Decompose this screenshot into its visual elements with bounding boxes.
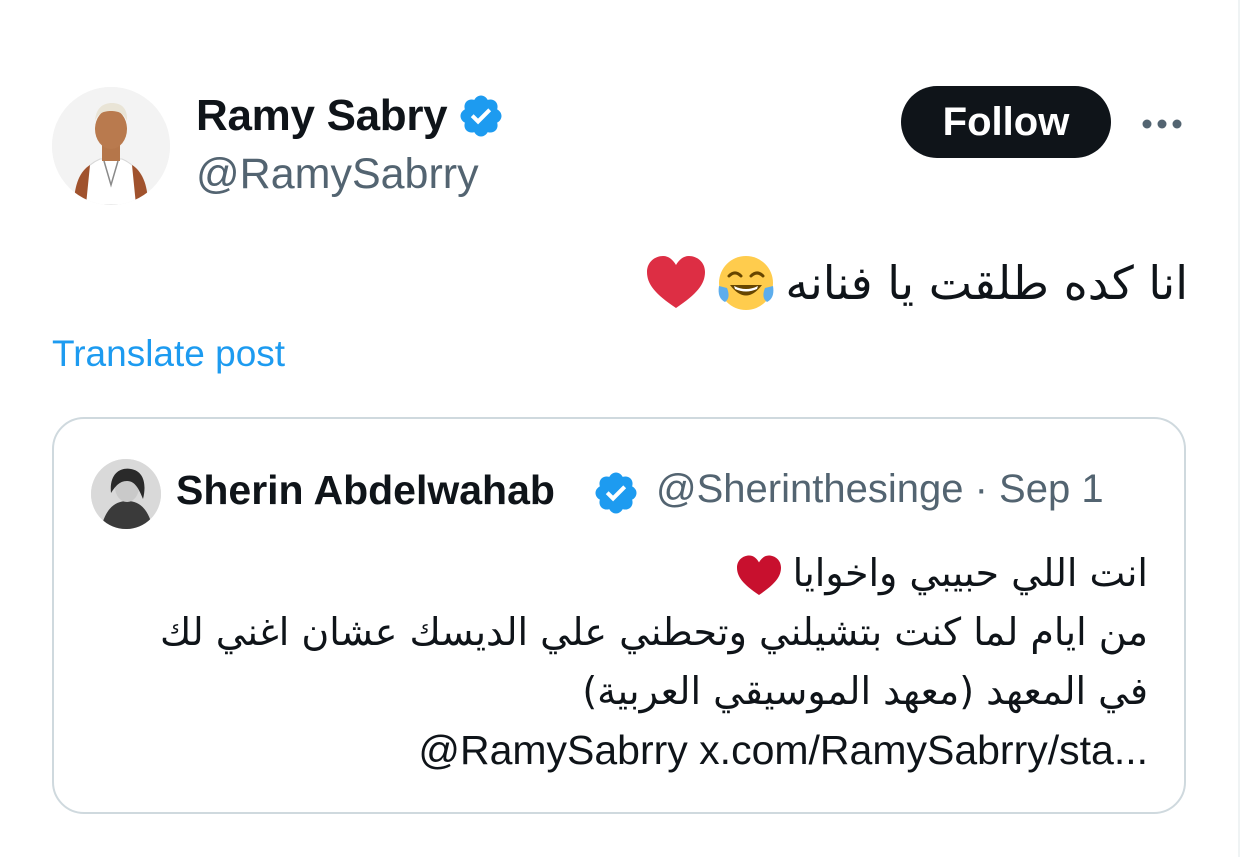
author-handle[interactable]: @RamySabrry xyxy=(196,150,479,199)
translate-post-link[interactable]: Translate post xyxy=(52,333,285,375)
quoted-verified-badge-icon[interactable] xyxy=(592,469,640,517)
quoted-line: في المعهد (معهد الموسيقي العربية) xyxy=(582,669,1148,713)
quoted-author-avatar[interactable] xyxy=(91,459,161,529)
red-heart-icon xyxy=(735,554,783,598)
quoted-post-card[interactable]: Sherin Abdelwahab @Sherinthesinge · Sep … xyxy=(52,417,1186,814)
quoted-line: من ايام لما كنت بتشيلني وتحطني علي الديس… xyxy=(160,610,1148,654)
meta-separator: · xyxy=(974,467,988,511)
more-options-icon[interactable] xyxy=(1136,104,1188,144)
avatar-image xyxy=(52,87,170,205)
quoted-post-date[interactable]: Sep 1 xyxy=(999,467,1104,511)
quoted-avatar-image xyxy=(91,459,161,529)
author-name-row[interactable]: Ramy Sabry xyxy=(196,90,505,142)
quoted-author-handle[interactable]: @Sherinthesinge xyxy=(656,467,963,511)
quoted-author-name[interactable]: Sherin Abdelwahab xyxy=(176,467,584,514)
column-divider xyxy=(1238,0,1240,857)
quoted-meta: @Sherinthesinge · Sep 1 xyxy=(656,467,1104,512)
quoted-link[interactable]: @RamySabrry x.com/RamySabrry/sta... xyxy=(88,721,1148,780)
face-with-tears-of-joy-icon xyxy=(715,252,777,314)
quoted-line-text: انت اللي حبيبي واخوايا xyxy=(792,551,1148,595)
quoted-post-text: انت اللي حبيبي واخوايا من ايام لما كنت ب… xyxy=(88,544,1148,780)
author-display-name[interactable]: Ramy Sabry xyxy=(196,91,448,141)
post-text-content: انا كده طلقت يا فنانه xyxy=(785,256,1188,310)
tweet-page: Ramy Sabry @RamySabrry Follow انا كده طل… xyxy=(0,0,1243,857)
verified-badge-icon[interactable] xyxy=(457,92,505,140)
author-avatar[interactable] xyxy=(52,87,170,205)
quoted-line: انت اللي حبيبي واخوايا xyxy=(88,544,1148,603)
post-text: انا كده طلقت يا فنانه xyxy=(645,252,1188,314)
follow-button[interactable]: Follow xyxy=(901,86,1111,158)
red-heart-icon xyxy=(645,252,707,314)
